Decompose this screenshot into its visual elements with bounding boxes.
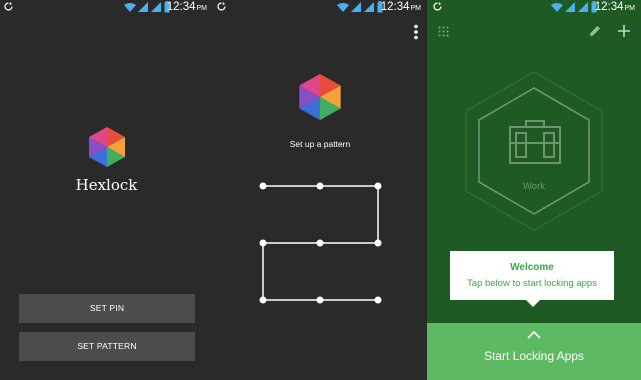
pattern-dot [374,296,382,304]
status-bar: 12:34PM [0,0,213,16]
start-locking-label: Start Locking Apps [483,349,585,363]
status-time: 12:34PM [166,1,207,13]
pattern-grid[interactable] [213,170,427,320]
pattern-dot [259,182,267,190]
welcome-title: Welcome [510,262,554,273]
start-locking-button[interactable]: Start Locking Apps [427,323,641,380]
pattern-dot [374,182,382,190]
status-time: 12:34PM [594,1,635,13]
welcome-text: Tap below to start locking apps [467,278,597,289]
signal-icon [351,2,361,12]
setup-screen: 12:34PM Hexlock SET PIN SET PATTERN [0,0,213,380]
tooltip-pointer [526,300,540,307]
signal-icon [364,2,374,12]
pattern-dot [316,296,324,304]
sync-icon [433,2,442,11]
sync-icon [217,2,226,11]
hexlock-logo [89,127,125,167]
signal-icon [578,2,588,12]
signal-icon [138,2,148,12]
pattern-screen: 12:34PM Set up a pattern [213,0,427,380]
briefcase-icon [509,120,561,164]
set-pattern-button[interactable]: SET PATTERN [19,332,195,361]
welcome-tooltip: Welcome Tap below to start locking apps [450,251,614,300]
grid-icon[interactable] [438,26,449,37]
signal-icon [565,2,575,12]
pattern-dot [374,239,382,247]
profile-label: Work [523,181,545,192]
status-bar: 12:34PM [213,0,427,16]
set-pin-button[interactable]: SET PIN [19,294,195,323]
status-bar: 12:34PM [427,0,641,16]
pattern-dot [316,182,324,190]
more-vert-icon[interactable] [413,24,419,40]
pattern-title: Set up a pattern [289,139,351,149]
pattern-dot [259,296,267,304]
hexlock-logo [299,74,341,120]
pencil-icon[interactable] [589,25,601,37]
wifi-icon [124,3,136,12]
signal-icon [151,2,161,12]
pattern-dot [316,239,324,247]
sync-icon [4,2,13,11]
profiles-screen: 12:34PM Work Welcome Tap below to start … [427,0,641,380]
wifi-icon [337,3,349,12]
status-time: 12:34PM [380,1,421,13]
wifi-icon [551,3,563,12]
app-name: Hexlock [75,176,138,194]
plus-icon[interactable] [618,25,630,37]
pattern-dot [259,239,267,247]
chevron-up-icon [527,331,541,339]
